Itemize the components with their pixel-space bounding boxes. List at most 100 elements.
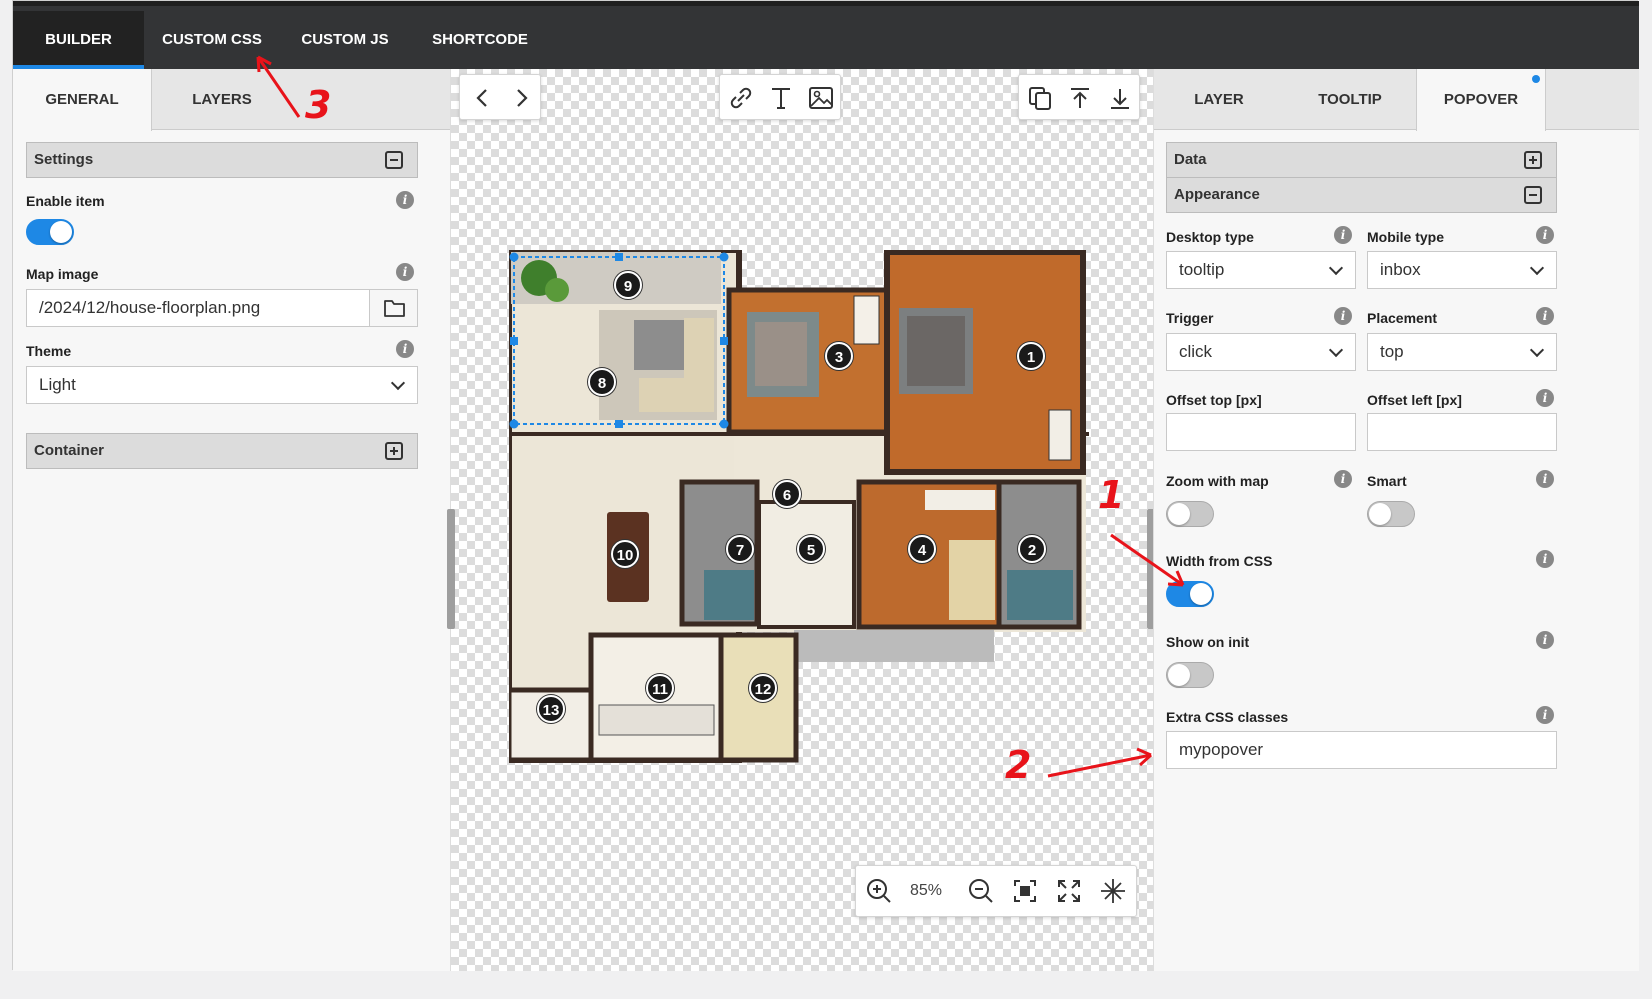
expand-icon[interactable] [385,442,403,460]
marker-pin[interactable]: 1 [1017,342,1045,370]
zoom-with-map-toggle[interactable] [1166,501,1214,527]
info-icon[interactable]: i [1536,307,1554,325]
tab-custom-css[interactable]: CUSTOM CSS [144,11,280,69]
marker-pin[interactable]: 12 [749,674,777,702]
data-title: Data [1174,151,1207,168]
annotation-3: 3 [305,83,332,127]
smart-toggle[interactable] [1367,501,1415,527]
offset-left-label: Offset left [px] [1367,392,1462,408]
send-back-icon[interactable] [1103,81,1137,115]
show-on-init-label: Show on init [1166,634,1250,650]
mobile-type-select[interactable]: inbox [1367,251,1557,289]
info-icon[interactable]: i [1334,307,1352,325]
info-icon[interactable]: i [1536,550,1554,568]
map-image-label: Map image [26,266,99,282]
zoom-with-map-label: Zoom with map [1166,473,1269,489]
marker-pin[interactable]: 11 [646,674,674,702]
settings-section-header[interactable]: Settings [26,142,418,178]
width-from-css-toggle[interactable] [1166,581,1214,607]
appearance-section-header[interactable]: Appearance [1166,177,1557,213]
redo-chevron-right-icon[interactable] [504,81,538,115]
expand-icon[interactable] [1524,151,1542,169]
info-icon[interactable]: i [1536,389,1554,407]
duplicate-icon[interactable] [1023,81,1057,115]
info-icon[interactable]: i [1536,631,1554,649]
add-layer-toolbox [719,74,841,120]
theme-label: Theme [26,343,72,359]
info-icon[interactable]: i [1334,470,1352,488]
offset-top-label: Offset top [px] [1166,392,1262,408]
marker-pin[interactable]: 13 [537,695,565,723]
desktop-type-label: Desktop type [1166,229,1254,245]
container-title: Container [34,442,105,459]
marker-pin[interactable]: 7 [726,535,754,563]
bring-front-icon[interactable] [1063,81,1097,115]
info-icon[interactable]: i [396,191,414,209]
collapse-arrows-icon[interactable] [1096,874,1130,908]
marker-pin[interactable]: 2 [1018,535,1046,563]
map-image-value: /2024/12/house-floorplan.png [39,298,261,317]
right-panel: LAYER TOOLTIP POPOVER Data Appearance De… [1153,69,1639,971]
offset-left-input[interactable] [1367,413,1557,451]
theme-select[interactable]: Light [26,366,418,404]
tab-layer[interactable]: LAYER [1154,69,1284,130]
tab-general[interactable]: GENERAL [13,69,152,131]
right-subtabs: LAYER TOOLTIP POPOVER [1154,69,1639,131]
app-window: BUILDER CUSTOM CSS CUSTOM JS SHORTCODE G… [12,0,1639,971]
settings-title: Settings [34,151,94,168]
extra-css-input[interactable]: mypopover [1166,731,1557,769]
smart-label: Smart [1367,473,1407,489]
zoom-in-icon[interactable] [862,874,896,908]
undo-chevron-left-icon[interactable] [466,81,500,115]
folder-button[interactable] [369,290,417,326]
desktop-type-select[interactable]: tooltip [1166,251,1356,289]
collapse-icon[interactable] [385,151,403,169]
collapse-icon[interactable] [1524,186,1542,204]
tab-layers[interactable]: LAYERS [152,69,292,130]
floorplan-image [509,250,1089,763]
tab-custom-js[interactable]: CUSTOM JS [280,11,410,69]
marker-pin[interactable]: 5 [797,535,825,563]
show-on-init-toggle[interactable] [1166,662,1214,688]
trigger-label: Trigger [1166,310,1214,326]
extra-css-label: Extra CSS classes [1166,709,1289,725]
info-icon[interactable]: i [396,340,414,358]
link-icon[interactable] [724,81,758,115]
data-section-header[interactable]: Data [1166,142,1557,178]
appearance-title: Appearance [1174,186,1260,203]
left-splitter[interactable] [447,509,455,629]
tab-popover[interactable]: POPOVER [1416,69,1546,131]
offset-top-input[interactable] [1166,413,1356,451]
info-icon[interactable]: i [1536,470,1554,488]
marker-pin[interactable]: 3 [825,342,853,370]
zoom-out-icon[interactable] [964,874,998,908]
info-icon[interactable]: i [1536,226,1554,244]
container-section-header[interactable]: Container [26,433,418,469]
marker-pin[interactable]: 9 [614,271,642,299]
map-image-field[interactable]: /2024/12/house-floorplan.png [26,289,418,327]
annotation-2: 2 [1005,743,1032,787]
map-canvas[interactable]: 1 2 3 4 5 6 7 8 9 10 11 12 13 85% [447,69,1155,971]
marker-pin[interactable]: 6 [773,480,801,508]
placement-select[interactable]: top [1367,333,1557,371]
enable-item-toggle[interactable] [26,219,74,245]
enable-item-label: Enable item [26,193,105,209]
info-icon[interactable]: i [396,263,414,281]
text-icon[interactable] [764,81,798,115]
marker-pin[interactable]: 8 [588,368,616,396]
fullscreen-icon[interactable] [1052,874,1086,908]
tab-tooltip[interactable]: TOOLTIP [1284,69,1416,130]
annotation-1: 1 [1098,473,1125,517]
info-icon[interactable]: i [1334,226,1352,244]
marker-pin[interactable]: 10 [611,540,639,568]
tab-builder[interactable]: BUILDER [13,11,144,69]
tab-shortcode[interactable]: SHORTCODE [410,11,550,69]
trigger-select[interactable]: click [1166,333,1356,371]
history-toolbox [459,74,541,120]
top-tab-bar: BUILDER CUSTOM CSS CUSTOM JS SHORTCODE [13,1,1639,69]
image-icon[interactable] [804,81,838,115]
mobile-type-label: Mobile type [1367,229,1445,245]
info-icon[interactable]: i [1536,706,1554,724]
marker-pin[interactable]: 4 [908,535,936,563]
fit-icon[interactable] [1008,874,1042,908]
